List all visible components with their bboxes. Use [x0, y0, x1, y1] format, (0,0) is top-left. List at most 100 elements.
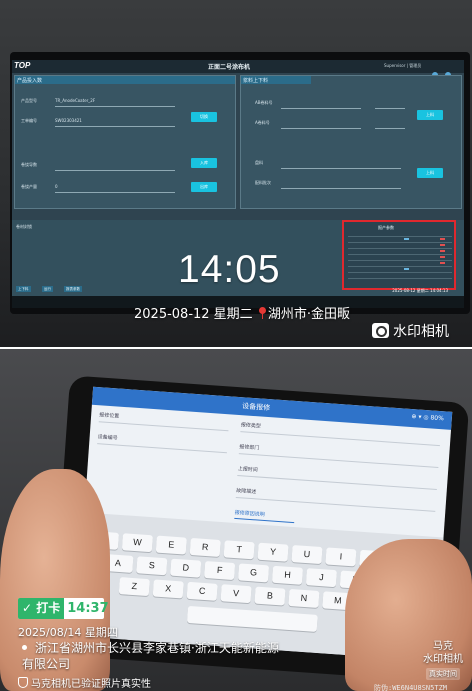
- product-input-panel: 产品投入数 产品型号 TR_AnodeCoater_2F 工单编号 SW0230…: [14, 75, 236, 209]
- tab-report[interactable]: 报表参数: [64, 286, 82, 292]
- table-row: [348, 236, 452, 237]
- form-underline: [235, 496, 436, 512]
- watermark-brand-text: 水印相机: [393, 324, 449, 340]
- field-value: SW02303421: [55, 118, 82, 123]
- table-cell: [404, 238, 409, 240]
- load-button-2[interactable]: 上料: [417, 168, 443, 178]
- system-clock: 2025-08-12 星期二 14:04:13: [392, 288, 448, 293]
- key-j[interactable]: J: [305, 568, 337, 588]
- field-underline: [55, 170, 175, 171]
- table-title: 报产参数: [378, 225, 394, 230]
- table-row: [348, 260, 452, 261]
- key-x[interactable]: X: [152, 579, 184, 599]
- app-title: 正面二号涂布机: [208, 64, 251, 71]
- table-cell: [440, 244, 445, 246]
- photo-collage: TOP 正面二号涂布机 Supervisor | 管理员 产品投入数 产品型号 …: [0, 0, 472, 691]
- key-y[interactable]: Y: [257, 542, 289, 562]
- punch-badge: ✓ 打卡 14:37: [18, 598, 109, 619]
- app-titlebar: TOP 正面二号涂布机 Supervisor | 管理员: [12, 60, 464, 97]
- form-underline: [98, 421, 229, 432]
- table-row: [348, 242, 452, 243]
- key-r[interactable]: R: [189, 537, 221, 557]
- panel-title: 浆料上下料: [243, 78, 269, 84]
- key-b[interactable]: B: [254, 586, 286, 606]
- tablet-status-bar: ⊕ ▾ ◎ 80%: [411, 413, 445, 423]
- key-s[interactable]: S: [136, 556, 168, 576]
- load-button[interactable]: 上料: [417, 110, 443, 120]
- table-cell: [404, 268, 409, 270]
- production-table: 报产参数: [342, 220, 456, 290]
- key-g[interactable]: G: [238, 563, 270, 583]
- key-d[interactable]: D: [170, 558, 202, 578]
- brand-tag: 真实时间: [426, 668, 460, 680]
- key-w[interactable]: W: [121, 533, 153, 553]
- form-label: 报修部门: [239, 444, 260, 452]
- field-underline: [281, 108, 361, 109]
- key-u[interactable]: U: [291, 545, 323, 565]
- keyboard-row-3: Z X C V B N M: [118, 577, 354, 611]
- form-label: 报修类型: [240, 422, 262, 430]
- key-e[interactable]: E: [155, 535, 187, 555]
- form-label: 报修位置: [98, 412, 120, 420]
- form-underline: [97, 443, 227, 454]
- tab-load[interactable]: 上下料: [16, 286, 31, 292]
- key-c[interactable]: C: [186, 581, 218, 601]
- watermark-date: 2025-08-12 星期二 湖州市·金田畈: [134, 303, 350, 322]
- field-value: 0: [55, 184, 58, 189]
- brand-line-1: 马克: [433, 641, 453, 652]
- key-f[interactable]: F: [204, 560, 236, 581]
- panel-header: 浆料上下料: [241, 76, 311, 84]
- field-label: 盘料: [255, 160, 263, 165]
- form-underline: [240, 431, 440, 447]
- status-panel-title: 卷材封锁: [16, 224, 32, 229]
- watermark-verify: 马克相机已验证照片真实性: [18, 675, 151, 690]
- shield-icon: [18, 677, 28, 688]
- description-input[interactable]: 报修原因说明: [234, 508, 295, 524]
- form-label: 故障描述: [236, 487, 257, 496]
- key-t[interactable]: T: [223, 540, 255, 560]
- watermark-date-text: 2025-08-12 星期二: [134, 307, 253, 322]
- monitor-photo: TOP 正面二号涂布机 Supervisor | 管理员 产品投入数 产品型号 …: [0, 0, 472, 347]
- watermark-brand: 马克 水印相机 真实时间: [418, 640, 468, 680]
- watermark-location: 湖州市·金田畈: [267, 307, 350, 322]
- field-underline: [281, 128, 361, 129]
- table-row: [348, 266, 452, 267]
- field-underline: [375, 108, 405, 109]
- anti-fake-code: 防伪:WE6N4U8SN5TZM: [374, 684, 448, 691]
- field-underline: [375, 128, 405, 129]
- key-i[interactable]: I: [325, 547, 357, 567]
- table-cell: [440, 262, 445, 264]
- field-label: 配料批次: [255, 180, 271, 185]
- form-underline: [238, 453, 439, 469]
- app-logo: TOP: [14, 61, 31, 70]
- key-z[interactable]: Z: [118, 577, 150, 597]
- panel-title: 产品投入数: [17, 78, 43, 84]
- field-underline: [55, 126, 175, 127]
- brand-line-2: 水印相机: [423, 654, 463, 665]
- tablet-app-title: 设备报修: [241, 402, 271, 413]
- table-cell: [440, 250, 445, 252]
- watermark-address: 浙江省湖州市长兴县李家巷镇·浙江天能新能源有限公司: [22, 641, 279, 671]
- field-label: 工单编号: [21, 118, 37, 123]
- stock-in-button[interactable]: 入库: [191, 158, 217, 168]
- field-label: 产品型号: [21, 98, 37, 103]
- bullet-icon: [22, 645, 27, 650]
- stock-out-button[interactable]: 出库: [191, 182, 217, 192]
- table-row: [348, 254, 452, 255]
- check-icon: ✓: [22, 601, 33, 615]
- key-h[interactable]: H: [271, 565, 304, 585]
- switch-button[interactable]: 切换: [191, 112, 217, 122]
- table-row: [348, 272, 452, 273]
- material-panel: 浆料上下料 AB卷料号 A卷料号 盘料 配料批次 上料 上料: [240, 75, 462, 209]
- table-row: [348, 278, 452, 279]
- field-underline: [281, 188, 401, 189]
- key-v[interactable]: V: [220, 584, 252, 604]
- tab-run[interactable]: 运行: [42, 286, 53, 292]
- watermark-time: 14:05: [178, 248, 281, 291]
- user-label: Supervisor | 管理员: [384, 63, 422, 68]
- punch-label: ✓ 打卡: [18, 598, 65, 619]
- space-key[interactable]: [186, 605, 318, 632]
- form-underline: [237, 475, 437, 490]
- key-n[interactable]: N: [288, 588, 320, 608]
- watermark-brand: 水印相机: [372, 321, 449, 341]
